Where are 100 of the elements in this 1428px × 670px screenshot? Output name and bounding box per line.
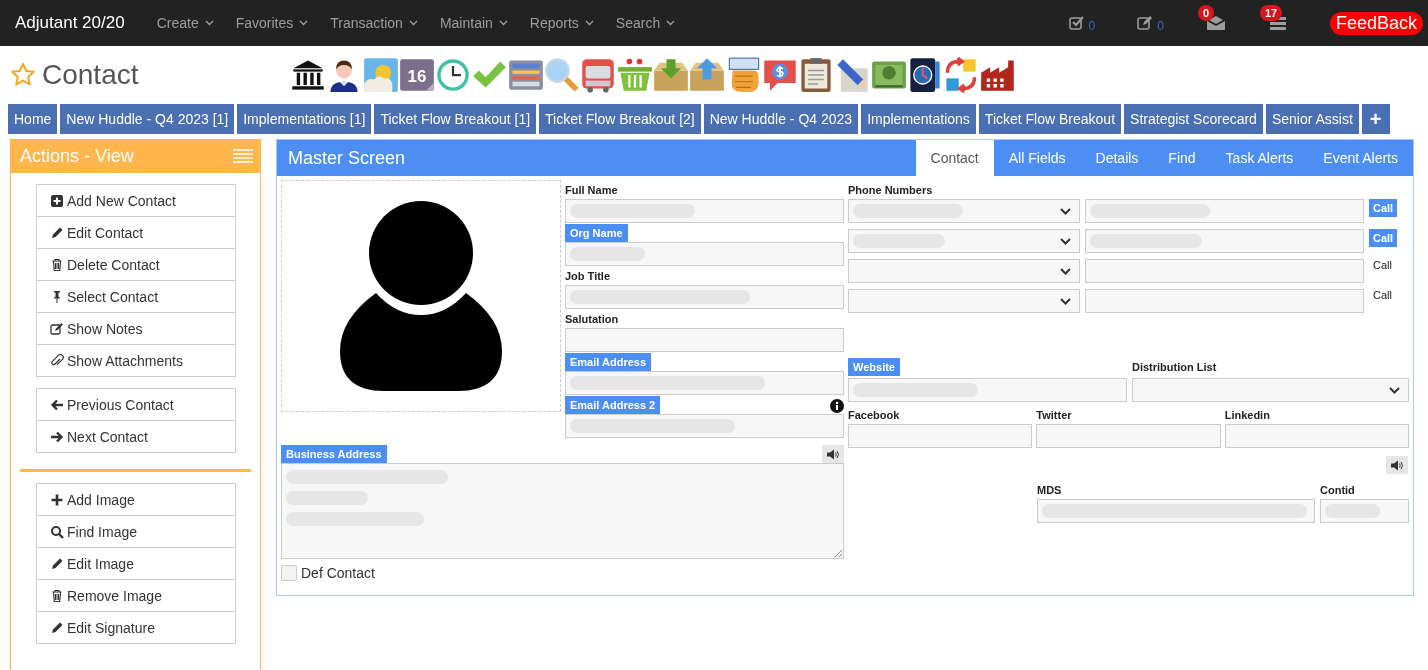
checkbox-icon[interactable] — [1068, 15, 1085, 31]
text-field[interactable] — [1036, 424, 1221, 448]
open-tab[interactable]: Implementations [1] — [237, 104, 372, 134]
menu-item[interactable]: Favorites — [235, 15, 309, 31]
open-tab[interactable]: Ticket Flow Breakout [2] — [539, 104, 701, 134]
call-button[interactable]: Call — [1369, 259, 1396, 274]
trash-icon — [50, 588, 64, 603]
tab[interactable]: Task Alerts — [1210, 140, 1309, 176]
chat-dollar-icon[interactable] — [761, 57, 798, 93]
text-field[interactable] — [565, 328, 844, 352]
phone-type-select[interactable] — [848, 259, 1080, 283]
open-tab[interactable]: Ticket Flow Breakout [1] — [374, 104, 537, 134]
tab[interactable]: Details — [1080, 140, 1154, 176]
text-field[interactable] — [565, 414, 844, 438]
text-field[interactable] — [1224, 424, 1409, 448]
call-button[interactable]: Call — [1369, 229, 1398, 247]
action-button[interactable]: Previous Contact — [36, 388, 236, 421]
field-label: Salutation — [565, 312, 619, 327]
speaker-icon — [1391, 459, 1403, 471]
text-field[interactable] — [1320, 499, 1409, 523]
text-field[interactable] — [1037, 499, 1315, 523]
menu-icon[interactable] — [233, 149, 253, 163]
text-field[interactable] — [565, 285, 844, 309]
envelope-icon[interactable] — [1205, 15, 1226, 31]
action-button[interactable]: Add Image — [36, 483, 236, 516]
pencil-icon — [50, 225, 64, 240]
arrow-left-icon — [50, 397, 64, 412]
call-button[interactable]: Call — [1369, 199, 1398, 217]
text-field[interactable] — [848, 424, 1033, 448]
action-button[interactable]: Select Contact — [36, 280, 236, 313]
open-tab[interactable]: Strategist Scorecard — [1124, 104, 1263, 134]
open-tab[interactable]: New Huddle - Q4 2023 — [703, 104, 859, 134]
checkbox-label: Def Contact — [301, 565, 375, 581]
phone-number-field[interactable] — [1085, 259, 1364, 283]
text-field[interactable] — [565, 242, 844, 266]
menu-item[interactable]: Search — [615, 15, 676, 31]
action-button[interactable]: Remove Image — [36, 579, 236, 612]
phone-type-select[interactable] — [848, 199, 1080, 223]
tab[interactable]: Find — [1153, 140, 1211, 176]
open-tab[interactable]: New Huddle - Q4 2023 [1] — [60, 104, 235, 134]
factory-icon[interactable] — [979, 57, 1016, 93]
action-button[interactable]: Delete Contact — [36, 248, 236, 281]
select-field[interactable] — [1132, 378, 1409, 402]
add-tab-button[interactable]: + — [1361, 104, 1390, 134]
menu-item[interactable]: Reports — [529, 15, 594, 31]
field-label: Phone Numbers — [848, 183, 934, 198]
resize-grip-icon[interactable] — [834, 549, 842, 557]
phone-number-field[interactable] — [1085, 199, 1364, 223]
open-tab[interactable]: Senior Assist — [1265, 104, 1359, 134]
brand-name[interactable]: Adjutant 20/20 — [15, 13, 125, 33]
menu-item[interactable]: Maintain — [439, 15, 508, 31]
action-button[interactable]: Edit Signature — [36, 611, 236, 644]
caret-icon — [408, 20, 418, 26]
tab[interactable]: Event Alerts — [1308, 140, 1413, 176]
calendar-icon[interactable]: 16 — [398, 57, 435, 93]
edit-icon[interactable] — [1137, 15, 1154, 31]
action-button[interactable]: Show Notes — [36, 312, 236, 345]
field-label: Job Title — [565, 269, 611, 284]
phone-type-select[interactable] — [848, 229, 1080, 253]
text-field[interactable] — [565, 371, 844, 395]
photo-frame[interactable] — [281, 180, 561, 412]
tab[interactable]: Contact — [915, 140, 994, 176]
action-button[interactable]: Add New Contact — [36, 184, 236, 217]
phone-number-field[interactable] — [1085, 229, 1364, 253]
action-button[interactable]: Find Image — [36, 515, 236, 548]
action-button[interactable]: Show Attachments — [36, 344, 236, 377]
speaker-button[interactable] — [1386, 456, 1408, 474]
notification-badge: 0 — [1197, 5, 1215, 21]
action-button[interactable]: Next Contact — [36, 420, 236, 453]
bus-icon[interactable] — [580, 57, 617, 93]
info-icon[interactable] — [830, 399, 844, 413]
menu-item[interactable]: Create — [156, 15, 214, 31]
phone-number-field[interactable] — [1085, 289, 1364, 313]
clock-icon[interactable] — [435, 57, 472, 93]
open-tab[interactable]: Implementations — [861, 104, 976, 134]
menu-item[interactable]: Transaction — [330, 15, 418, 31]
search-icon — [50, 524, 64, 539]
star-icon[interactable] — [10, 62, 36, 88]
schedule-board-icon[interactable] — [507, 57, 544, 93]
text-field[interactable] — [565, 199, 844, 223]
speaker-button[interactable] — [822, 445, 844, 463]
pencil-icon — [50, 556, 64, 571]
phone-type-select[interactable] — [848, 289, 1080, 313]
box-arrow-down-icon[interactable] — [652, 57, 689, 93]
open-tab[interactable]: Home — [8, 104, 58, 134]
checkbox[interactable] — [281, 565, 297, 581]
list-icon[interactable] — [1267, 15, 1288, 31]
plus-icon — [50, 492, 64, 507]
open-tab[interactable]: Ticket Flow Breakout — [978, 104, 1122, 134]
feedback-button[interactable]: FeedBack — [1329, 11, 1423, 35]
basket-icon[interactable] — [616, 57, 653, 93]
action-button[interactable]: Edit Image — [36, 547, 236, 580]
call-button[interactable]: Call — [1369, 289, 1396, 304]
paperclip-icon — [50, 353, 64, 368]
tab[interactable]: All Fields — [993, 140, 1081, 176]
field-label: MDS — [1037, 483, 1062, 498]
box-arrow-up-icon[interactable] — [689, 57, 726, 93]
caret-icon — [666, 20, 676, 26]
action-button[interactable]: Edit Contact — [36, 216, 236, 249]
text-field[interactable] — [848, 378, 1127, 402]
